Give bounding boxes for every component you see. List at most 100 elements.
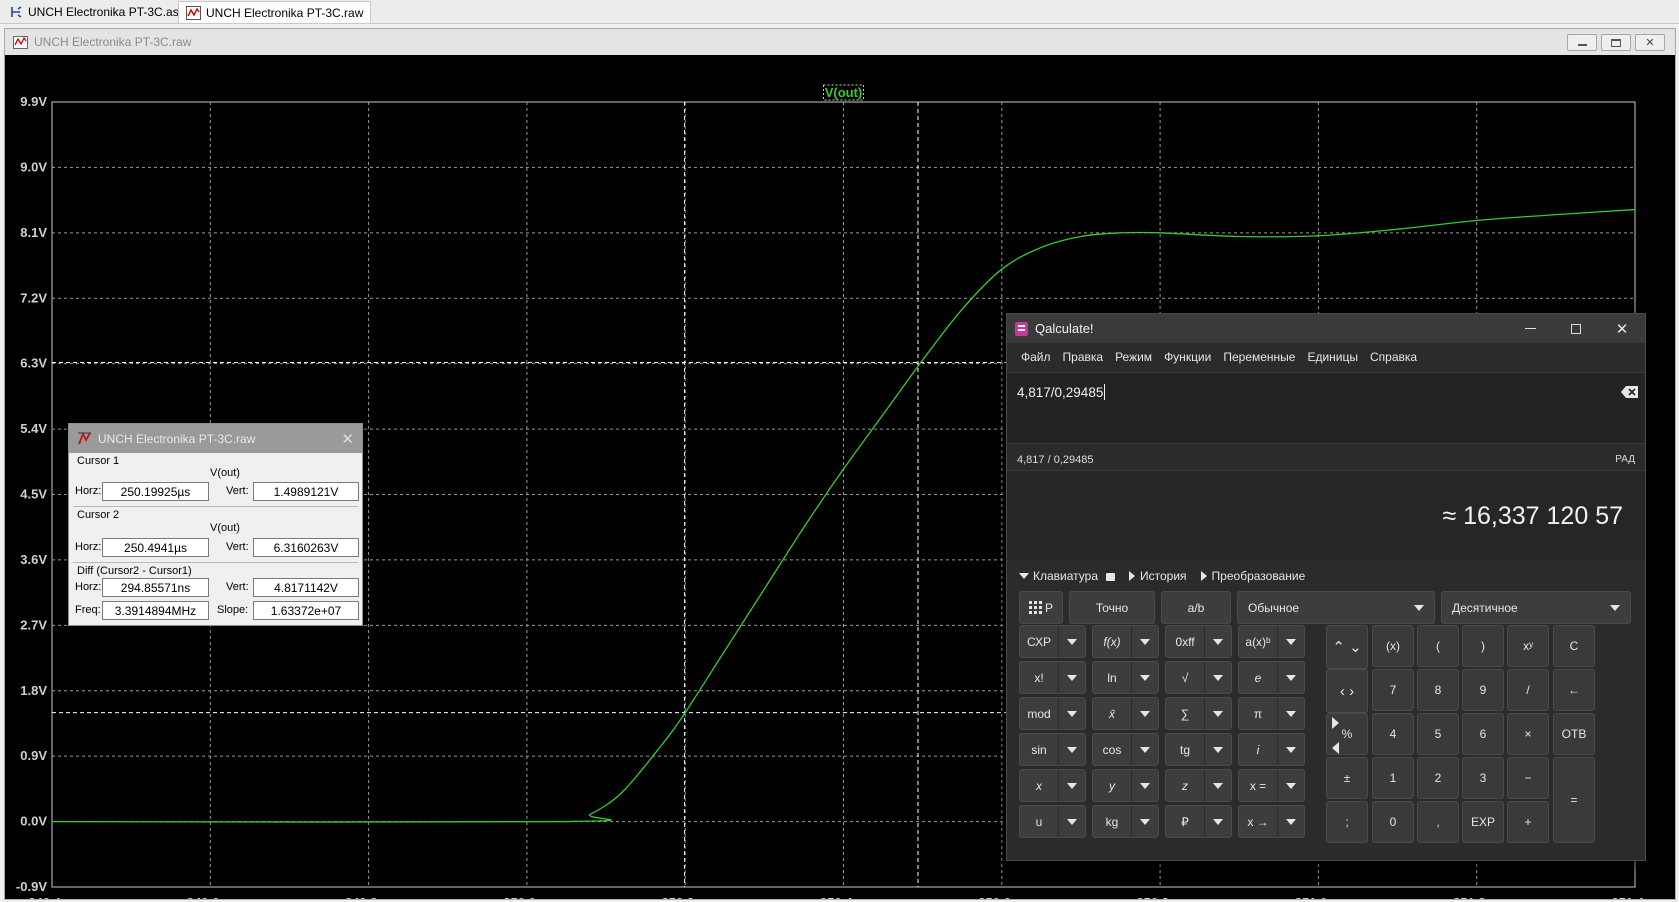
func-button-var-z[interactable]: z bbox=[1165, 769, 1232, 802]
freq-field[interactable]: 3.3914894MHz bbox=[102, 601, 209, 620]
chevron-down-icon[interactable] bbox=[1278, 770, 1304, 801]
menu-mode[interactable]: Режим bbox=[1109, 350, 1158, 364]
chevron-down-icon[interactable] bbox=[1205, 806, 1231, 837]
key-digit-2[interactable]: 2 bbox=[1417, 757, 1459, 799]
number-base-select[interactable]: Десятичное bbox=[1441, 591, 1631, 624]
key-open-paren[interactable]: ( bbox=[1417, 625, 1459, 667]
keypad-toggle[interactable]: Клавиатура bbox=[1019, 569, 1115, 583]
func-button-ln[interactable]: ln bbox=[1092, 661, 1159, 694]
key-digit-9[interactable]: 9 bbox=[1462, 669, 1504, 711]
key-plus-minus[interactable]: ± bbox=[1326, 757, 1368, 799]
key-semicolon[interactable]: ; bbox=[1326, 801, 1368, 843]
func-button-unit-kg[interactable]: kg bbox=[1092, 805, 1159, 838]
chevron-down-icon[interactable] bbox=[1059, 698, 1085, 729]
func-button-convert-to[interactable]: x → bbox=[1238, 805, 1305, 838]
func-button-hex[interactable]: 0xff bbox=[1165, 625, 1232, 658]
chevron-down-icon[interactable] bbox=[1059, 806, 1085, 837]
func-button-cxp[interactable]: СХР bbox=[1019, 625, 1086, 658]
func-button-e-const[interactable]: e bbox=[1238, 661, 1305, 694]
chevron-down-icon[interactable] bbox=[1278, 626, 1304, 657]
cursor-up-down-button[interactable]: ⌃ ⌄ bbox=[1326, 625, 1368, 669]
fraction-button[interactable]: a/b bbox=[1161, 591, 1231, 624]
key-digit-8[interactable]: 8 bbox=[1417, 669, 1459, 711]
window-titlebar[interactable]: UNCH Electronika PT-3C.raw ✕ bbox=[5, 29, 1675, 55]
diff-horz-field[interactable]: 294.85571ns bbox=[102, 578, 209, 597]
key-divide[interactable]: / bbox=[1507, 669, 1549, 711]
chevron-down-icon[interactable] bbox=[1278, 806, 1304, 837]
qalculate-window[interactable]: Qalculate! ✕ Файл Правка Режим Функции П… bbox=[1006, 313, 1646, 861]
key-decimal-comma[interactable]: , bbox=[1417, 801, 1459, 843]
key-digit-1[interactable]: 1 bbox=[1372, 757, 1414, 799]
func-button-imag-i[interactable]: i bbox=[1238, 733, 1305, 766]
chevron-down-icon[interactable] bbox=[1278, 662, 1304, 693]
func-button-pi[interactable]: π bbox=[1238, 697, 1305, 730]
key-power[interactable]: xʸ bbox=[1507, 625, 1549, 667]
lock-icon[interactable] bbox=[1106, 573, 1115, 581]
key-minus[interactable]: − bbox=[1507, 757, 1549, 799]
chevron-down-icon[interactable] bbox=[1132, 734, 1158, 765]
close-button[interactable]: ✕ bbox=[1635, 34, 1665, 51]
chevron-down-icon[interactable] bbox=[1278, 698, 1304, 729]
minimize-button[interactable] bbox=[1507, 314, 1553, 343]
key-answer[interactable]: ОТВ bbox=[1553, 713, 1595, 755]
func-button-fx[interactable]: f(x) bbox=[1092, 625, 1159, 658]
func-button-currency-rub[interactable]: ₽ bbox=[1165, 805, 1232, 838]
key-clear[interactable]: C bbox=[1553, 625, 1595, 667]
chevron-down-icon[interactable] bbox=[1205, 698, 1231, 729]
qalculate-titlebar[interactable]: Qalculate! ✕ bbox=[1007, 314, 1645, 343]
func-button-sum[interactable]: ∑ bbox=[1165, 697, 1232, 730]
maximize-button[interactable] bbox=[1553, 314, 1599, 343]
cursor-dialog-titlebar[interactable]: UNCH Electronika PT-3C.raw ✕ bbox=[69, 424, 362, 453]
diff-vert-field[interactable]: 4.8171142V bbox=[253, 578, 359, 597]
chevron-down-icon[interactable] bbox=[1132, 770, 1158, 801]
key-exp[interactable]: EXP bbox=[1462, 801, 1504, 843]
key-digit-4[interactable]: 4 bbox=[1372, 713, 1414, 755]
chevron-down-icon[interactable] bbox=[1059, 734, 1085, 765]
key-digit-3[interactable]: 3 bbox=[1462, 757, 1504, 799]
trace-label[interactable]: V(out) bbox=[825, 85, 863, 100]
angle-unit[interactable]: РАД bbox=[1615, 454, 1635, 465]
key-close-paren[interactable]: ) bbox=[1462, 625, 1504, 667]
expand-right-arrow-icon[interactable] bbox=[1332, 717, 1339, 729]
key-multiply[interactable]: × bbox=[1507, 713, 1549, 755]
chevron-down-icon[interactable] bbox=[1205, 626, 1231, 657]
chevron-down-icon[interactable] bbox=[1132, 626, 1158, 657]
chevron-down-icon[interactable] bbox=[1132, 698, 1158, 729]
history-toggle[interactable]: История bbox=[1129, 569, 1187, 583]
cursor2-vert-field[interactable]: 6.3160263V bbox=[253, 538, 359, 557]
chevron-down-icon[interactable] bbox=[1205, 662, 1231, 693]
cursor1-horz-field[interactable]: 250.19925µs bbox=[102, 482, 209, 501]
chevron-down-icon[interactable] bbox=[1059, 662, 1085, 693]
func-button-x-equals[interactable]: x = bbox=[1238, 769, 1305, 802]
cursor2-horz-field[interactable]: 250.4941µs bbox=[102, 538, 209, 557]
tab-waveform[interactable]: UNCH Electronika PT-3C.raw bbox=[178, 1, 372, 23]
func-button-ax-pow[interactable]: a(x)ᵇ bbox=[1238, 625, 1305, 658]
key-ans-paren[interactable]: (x) bbox=[1372, 625, 1414, 667]
key-backspace[interactable]: ← bbox=[1553, 669, 1595, 711]
key-equals[interactable]: = bbox=[1553, 757, 1595, 843]
programmer-keypad-button[interactable]: P bbox=[1019, 591, 1063, 624]
menu-functions[interactable]: Функции bbox=[1158, 350, 1217, 364]
func-button-var-x[interactable]: x bbox=[1019, 769, 1086, 802]
cursor-left-right-button[interactable]: ‹ › bbox=[1326, 669, 1368, 713]
func-button-unit-u[interactable]: u bbox=[1019, 805, 1086, 838]
menu-help[interactable]: Справка bbox=[1364, 350, 1423, 364]
cursor1-vert-field[interactable]: 1.4989121V bbox=[253, 482, 359, 501]
func-button-sqrt[interactable]: √ bbox=[1165, 661, 1232, 694]
key-digit-7[interactable]: 7 bbox=[1372, 669, 1414, 711]
key-digit-5[interactable]: 5 bbox=[1417, 713, 1459, 755]
chevron-down-icon[interactable] bbox=[1059, 770, 1085, 801]
key-digit-0[interactable]: 0 bbox=[1372, 801, 1414, 843]
cursor-dialog[interactable]: UNCH Electronika PT-3C.raw ✕ Cursor 1 V(… bbox=[68, 423, 363, 626]
func-button-tg[interactable]: tg bbox=[1165, 733, 1232, 766]
chevron-down-icon[interactable] bbox=[1278, 734, 1304, 765]
func-button-cos[interactable]: cos bbox=[1092, 733, 1159, 766]
tab-schematic[interactable]: UNCH Electronika PT-3C.asc bbox=[2, 1, 192, 23]
clear-icon[interactable] bbox=[1621, 385, 1639, 399]
menu-edit[interactable]: Правка bbox=[1057, 350, 1110, 364]
expand-left-arrow-icon[interactable] bbox=[1332, 742, 1339, 754]
func-button-mod[interactable]: mod bbox=[1019, 697, 1086, 730]
close-icon[interactable]: ✕ bbox=[341, 430, 354, 448]
func-button-mean[interactable]: x̄ bbox=[1092, 697, 1159, 730]
func-button-factorial[interactable]: x! bbox=[1019, 661, 1086, 694]
